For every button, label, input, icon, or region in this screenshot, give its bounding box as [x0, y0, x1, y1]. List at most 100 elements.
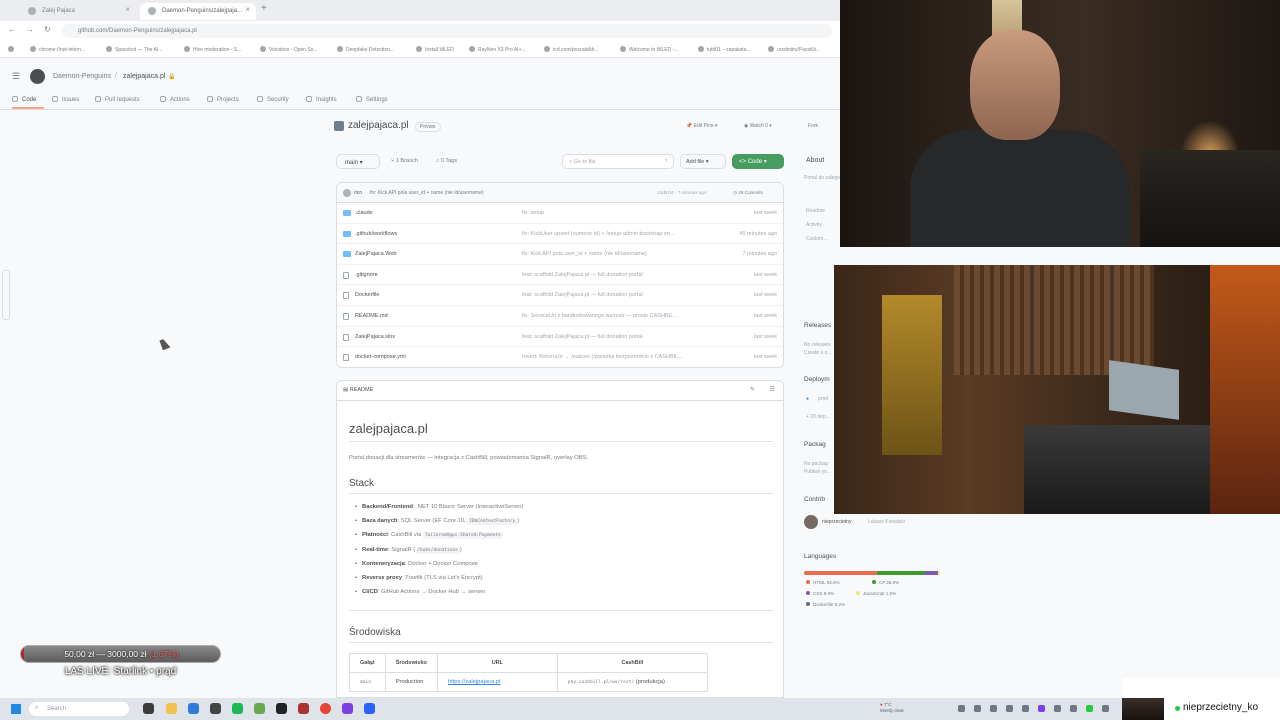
file-row[interactable]: Dockerfile feat: scaffold ZalejPajaca.pl …: [337, 285, 783, 306]
close-tab-icon[interactable]: ×: [125, 5, 130, 14]
side-panel-handle[interactable]: [2, 270, 10, 320]
custom-properties-link[interactable]: Custom...: [806, 236, 827, 242]
releases-heading[interactable]: Releases: [804, 322, 831, 329]
commits-link[interactable]: ◷ 29 Commits: [733, 190, 763, 196]
file-commit-message[interactable]: fix: ServiceUrl z hardkodowanego ws/rest…: [522, 313, 678, 319]
language-item[interactable]: Dockerfile 0.2%: [806, 602, 845, 607]
publish-package-link[interactable]: Publish yo...: [804, 469, 831, 475]
file-row[interactable]: README.md fix: ServiceUrl z hardkodowaneg…: [337, 306, 783, 327]
repo-name-link[interactable]: zalejpajaca.pl: [123, 73, 165, 80]
weather-widget[interactable]: ● 7°C Mostly clear: [880, 702, 904, 714]
bookmark[interactable]: Voicebox - Open So...: [260, 46, 318, 53]
tab-insights[interactable]: Insights: [306, 96, 337, 103]
task-view-icon[interactable]: [143, 703, 154, 714]
file-commit-message[interactable]: feat: scaffold ZalejPajaca.pl — full don…: [522, 334, 643, 340]
bookmark[interactable]: urzdmitry/PassKit...: [768, 46, 820, 53]
tags-link[interactable]: ⌂ 0 Tags: [436, 158, 457, 164]
app-icon[interactable]: [342, 703, 353, 714]
app-icon[interactable]: [188, 703, 199, 714]
chrome-icon[interactable]: [320, 703, 331, 714]
file-row[interactable]: .github/workflows fix: KickUser upsert (n…: [337, 224, 783, 245]
file-row[interactable]: .gitignore feat: scaffold ZalejPajaca.pl …: [337, 265, 783, 286]
file-name[interactable]: .gitignore: [355, 272, 378, 278]
watch-button[interactable]: ◉ Watch 0 ▾: [744, 120, 772, 132]
bookmark[interactable]: chrome://net-intern...: [30, 46, 85, 53]
forward-icon[interactable]: →: [26, 25, 34, 34]
tray-icon[interactable]: [1070, 705, 1077, 712]
file-row[interactable]: ZalejPajaca.Web fix: Kick API pola user_i…: [337, 244, 783, 265]
apps-icon[interactable]: [8, 46, 17, 53]
pencil-icon[interactable]: ✎: [750, 386, 755, 393]
app-icon[interactable]: [276, 703, 287, 714]
file-name[interactable]: ZalejPajaca.slnx: [355, 334, 395, 340]
avatar[interactable]: [804, 515, 818, 529]
tab-actions[interactable]: Actions: [160, 96, 190, 103]
file-name[interactable]: Dockerfile: [355, 292, 379, 298]
readme-tab[interactable]: ▤ README: [343, 387, 373, 393]
tab-pull-requests[interactable]: Pull requests: [95, 96, 140, 103]
outline-icon[interactable]: ☰: [770, 386, 775, 393]
taskbar-search-input[interactable]: ⌕ Search: [29, 702, 129, 716]
windows-start-icon[interactable]: [11, 704, 21, 714]
contributor-name[interactable]: nieprzecietny: [822, 519, 851, 525]
back-icon[interactable]: ←: [8, 25, 16, 34]
commit-message[interactable]: fix: Kick API pola user_id + name (nie i…: [370, 190, 484, 196]
add-file-button[interactable]: Add file ▾: [680, 154, 726, 169]
readme-link[interactable]: Readme: [806, 208, 825, 214]
more-deployments-link[interactable]: + 20 dep...: [806, 414, 830, 420]
file-row[interactable]: docker-compose.yml revert: ReturnUrl → /s…: [337, 347, 783, 367]
app-icon[interactable]: [364, 703, 375, 714]
file-name[interactable]: ZalejPajaca.Web: [355, 251, 396, 257]
app-icon[interactable]: [298, 703, 309, 714]
close-tab-icon[interactable]: ×: [245, 5, 250, 14]
file-name[interactable]: docker-compose.yml: [355, 354, 406, 360]
github-logo-icon[interactable]: [30, 69, 45, 84]
language-item[interactable]: C# 35.8%: [872, 580, 899, 585]
language-item[interactable]: HTML 53.5%: [806, 580, 840, 585]
file-explorer-icon[interactable]: [166, 703, 177, 714]
go-to-file-input[interactable]: ⌕ Go to file t: [562, 154, 674, 169]
packages-heading[interactable]: Packag: [804, 441, 826, 448]
edit-pins-button[interactable]: 📌 Edit Pins ▾: [686, 120, 717, 132]
fork-button[interactable]: Fork: [808, 120, 818, 132]
code-button[interactable]: <> Code ▾: [732, 154, 784, 169]
repo-owner-link[interactable]: Daemon-Penguins: [53, 73, 111, 80]
branch-select[interactable]: main ▾: [336, 154, 380, 169]
bookmark[interactable]: Spacebot — The AI...: [106, 46, 162, 53]
contributors-heading[interactable]: Contrib: [804, 496, 825, 503]
tab-projects[interactable]: Projects: [207, 96, 239, 103]
deploy-env-link[interactable]: prod: [818, 396, 828, 402]
menu-icon[interactable]: ☰: [12, 71, 20, 82]
language-item[interactable]: CSS 9.0%: [806, 591, 834, 596]
app-icon[interactable]: [254, 703, 265, 714]
language-item[interactable]: JavaScript 1.5%: [856, 591, 896, 596]
bookmark[interactable]: tcd.com/pozouk/kk...: [544, 46, 599, 53]
app-icon[interactable]: [232, 703, 243, 714]
repo-title[interactable]: zalejpajaca.pl: [334, 120, 409, 131]
file-commit-message[interactable]: fix: KickUser upsert (numeric id) + /set…: [522, 231, 675, 237]
tab-issues[interactable]: Issues: [52, 96, 79, 103]
tray-icon[interactable]: [990, 705, 997, 712]
commit-hash-time[interactable]: 12d51f4 · 7 minutes ago: [657, 190, 707, 195]
file-row[interactable]: ZalejPajaca.slnx feat: scaffold ZalejPaja…: [337, 327, 783, 348]
branches-link[interactable]: ⑂ 1 Branch: [391, 158, 418, 164]
deployments-heading[interactable]: Deploym: [804, 376, 830, 383]
file-commit-message[interactable]: fix: setup: [522, 210, 544, 216]
bookmark[interactable]: tutti01 – zapakata...: [698, 46, 751, 53]
tab-code[interactable]: Code: [12, 96, 36, 103]
activity-link[interactable]: Activity: [806, 222, 822, 228]
browser-tab-active[interactable]: Daemon-Penguins/zalejpaja... ×: [140, 3, 256, 20]
url-input[interactable]: github.com/Daemon-Penguins/zalejpajaca.p…: [62, 24, 832, 38]
tray-icon[interactable]: [974, 705, 981, 712]
app-icon[interactable]: [210, 703, 221, 714]
file-name[interactable]: README.md: [355, 313, 388, 319]
file-commit-message[interactable]: feat: scaffold ZalejPajaca.pl — full don…: [522, 292, 643, 298]
file-row[interactable]: .claude fix: setup last week: [337, 203, 783, 224]
file-commit-message[interactable]: feat: scaffold ZalejPajaca.pl — full don…: [522, 272, 643, 278]
tab-security[interactable]: Security: [257, 96, 289, 103]
file-commit-message[interactable]: fix: Kick API pola user_id + name (nie i…: [522, 251, 647, 257]
reload-icon[interactable]: ↻: [44, 25, 51, 34]
tab-settings[interactable]: Settings: [356, 96, 388, 103]
new-tab-icon[interactable]: +: [261, 3, 267, 14]
tray-icon[interactable]: [1022, 705, 1029, 712]
